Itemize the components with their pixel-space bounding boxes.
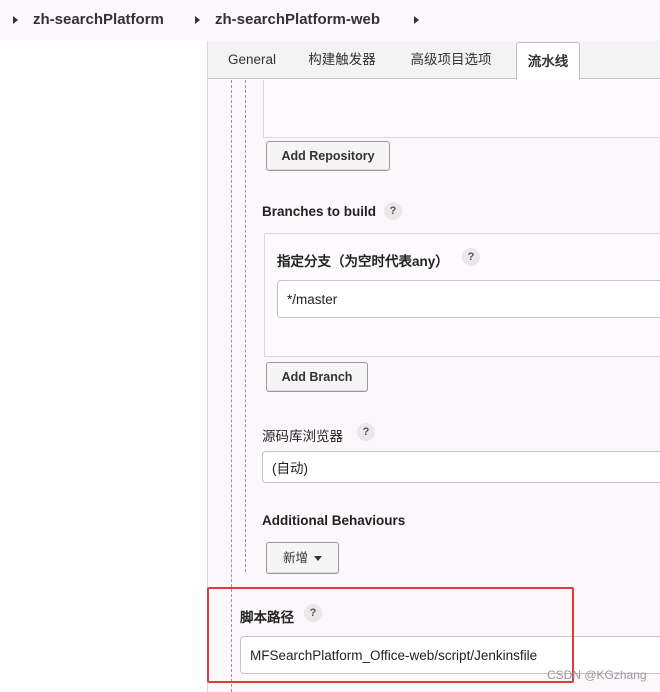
help-icon[interactable]: ? [462,248,480,266]
chevron-down-icon [314,556,322,562]
help-icon[interactable]: ? [384,202,402,220]
breadcrumb-item-folder[interactable]: zh-searchPlatform [33,11,164,28]
watermark: CSDN @KGzhang [547,668,647,682]
branches-to-build-label: Branches to build [262,204,377,219]
repo-browser-label: 源码库浏览器 [262,429,343,444]
branch-spec-label: 指定分支（为空时代表any） [277,254,449,269]
additional-behaviours-label: Additional Behaviours [262,513,406,528]
breadcrumb-item-job[interactable]: zh-searchPlatform-web [215,11,380,28]
help-icon[interactable]: ? [357,423,375,441]
add-behaviour-button[interactable]: 新增 [266,542,339,574]
breadcrumb-separator-icon [13,16,18,24]
script-path-label: 脚本路径 [240,610,294,625]
add-behaviour-label: 新增 [282,551,308,565]
config-tabs: General 构建触发器 高级项目选项 流水线 [208,41,660,80]
nesting-guide [231,80,232,692]
add-repository-button[interactable]: Add Repository [266,141,390,171]
tab-general[interactable]: General [220,41,284,79]
left-sidebar [0,40,207,692]
tab-advanced-options[interactable]: 高级项目选项 [402,41,500,79]
tab-build-triggers[interactable]: 构建触发器 [300,41,384,79]
branch-spec-input[interactable]: */master [277,280,660,318]
breadcrumb-separator-icon[interactable] [195,16,200,24]
repository-box [263,80,660,138]
tab-pipeline[interactable]: 流水线 [516,42,580,80]
breadcrumb: zh-searchPlatform zh-searchPlatform-web [0,0,660,40]
breadcrumb-dropdown-icon[interactable] [414,16,419,24]
nesting-guide [245,80,246,572]
add-branch-button[interactable]: Add Branch [266,362,368,392]
help-icon[interactable]: ? [304,604,322,622]
repo-browser-select[interactable]: (自动) [262,451,660,483]
